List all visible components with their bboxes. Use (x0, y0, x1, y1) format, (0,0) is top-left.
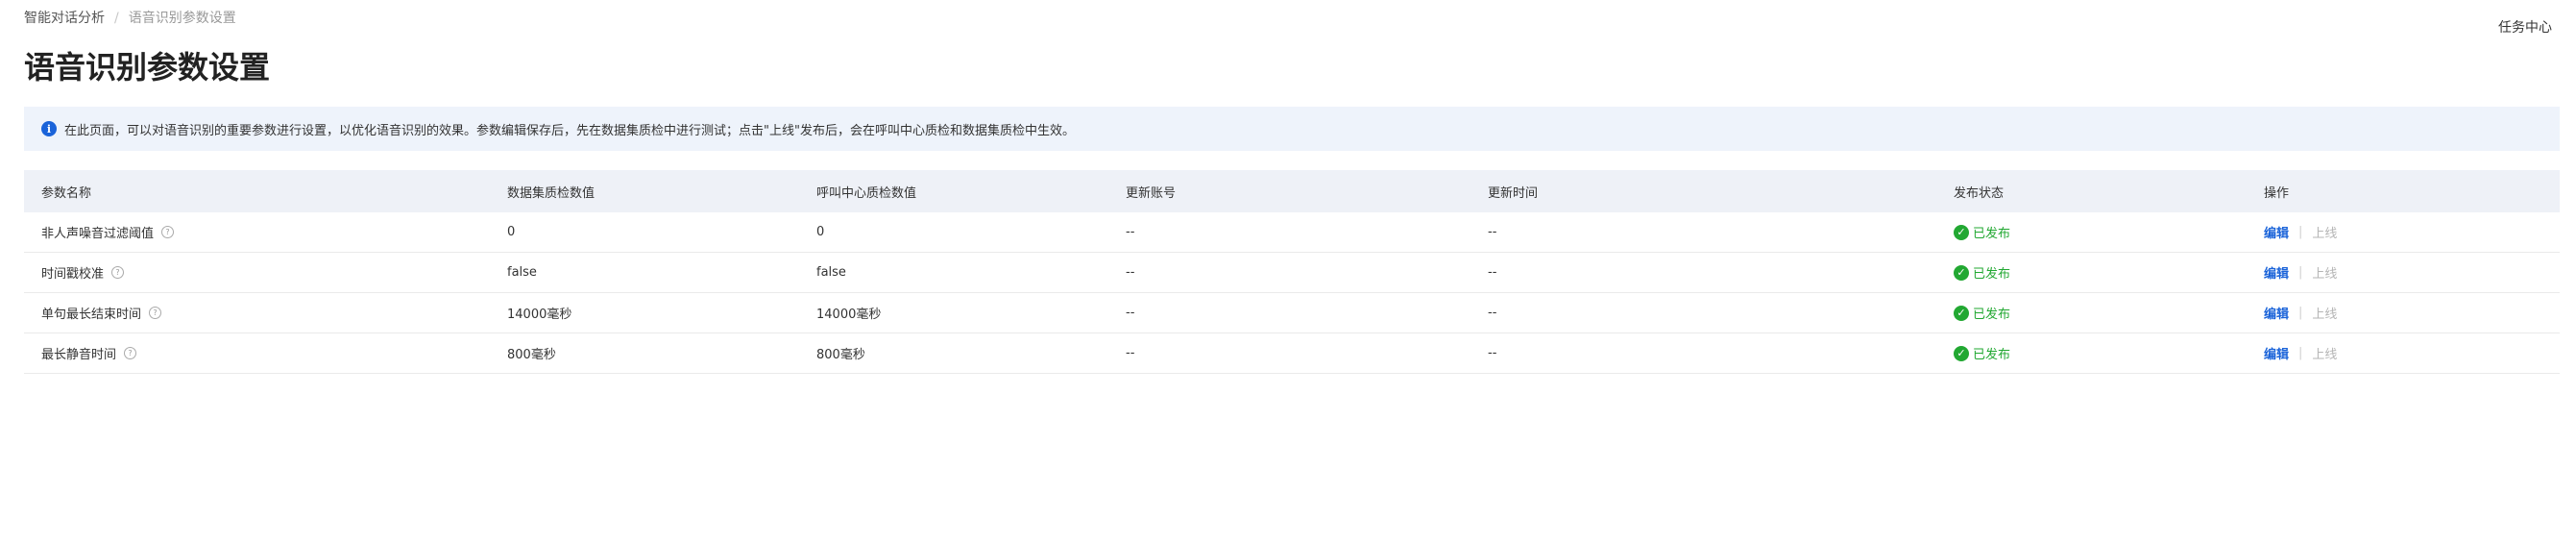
task-center-link[interactable]: 任务中心 (2498, 18, 2552, 37)
status-badge: ✓ 已发布 (1954, 304, 2010, 322)
edit-button[interactable]: 编辑 (2264, 263, 2289, 282)
check-circle-icon: ✓ (1954, 264, 1969, 281)
update-account: -- (1126, 225, 1135, 239)
edit-button[interactable]: 编辑 (2264, 223, 2289, 241)
info-icon: i (41, 121, 57, 136)
update-account: -- (1126, 346, 1135, 360)
question-circle-icon[interactable]: ? (124, 347, 137, 359)
status-text: 已发布 (1973, 227, 2011, 241)
status-text: 已发布 (1973, 267, 2011, 282)
table-row: 单句最长结束时间 ? 14000毫秒 14000毫秒 -- -- ✓ 已发布 编… (24, 293, 2560, 333)
table-header-row: 参数名称 数据集质检数值 呼叫中心质检数值 更新账号 更新时间 发布状态 操作 (24, 170, 2560, 212)
param-name: 时间戳校准 (41, 267, 105, 282)
breadcrumb-separator: / (114, 11, 119, 26)
callcenter-value: 14000毫秒 (816, 308, 882, 322)
dataset-value: false (507, 265, 537, 280)
dataset-value: 14000毫秒 (507, 308, 572, 322)
breadcrumb-parent-link[interactable]: 智能对话分析 (24, 9, 105, 28)
update-time: -- (1488, 346, 1497, 360)
edit-button[interactable]: 编辑 (2264, 304, 2289, 322)
action-divider: | (2298, 346, 2303, 360)
page-title: 语音识别参数设置 (24, 49, 271, 86)
update-account: -- (1126, 306, 1135, 320)
publish-button[interactable]: 上线 (2312, 304, 2337, 322)
callcenter-value: 800毫秒 (816, 348, 865, 362)
edit-button[interactable]: 编辑 (2264, 344, 2289, 362)
table-row: 时间戳校准 ? false false -- -- ✓ 已发布 编辑 | 上线 (24, 253, 2560, 293)
page: 智能对话分析 / 语音识别参数设置 任务中心 语音识别参数设置 i 在此页面，可… (0, 0, 2576, 542)
status-badge: ✓ 已发布 (1954, 223, 2010, 241)
param-name: 最长静音时间 (41, 348, 117, 362)
check-circle-icon: ✓ (1954, 224, 1969, 240)
table-row: 非人声噪音过滤阈值 ? 0 0 -- -- ✓ 已发布 编辑 | 上线 (24, 212, 2560, 253)
update-time: -- (1488, 306, 1497, 320)
check-circle-icon: ✓ (1954, 345, 1969, 361)
param-name: 单句最长结束时间 (41, 308, 142, 322)
parameter-table: 参数名称 数据集质检数值 呼叫中心质检数值 更新账号 更新时间 发布状态 操作 … (24, 170, 2560, 374)
publish-button[interactable]: 上线 (2312, 263, 2337, 282)
column-header-callcenter-value: 呼叫中心质检数值 (816, 185, 917, 201)
update-account: -- (1126, 265, 1135, 280)
update-time: -- (1488, 265, 1497, 280)
action-divider: | (2298, 265, 2303, 280)
table-row: 最长静音时间 ? 800毫秒 800毫秒 -- -- ✓ 已发布 编辑 | 上线 (24, 333, 2560, 374)
publish-button[interactable]: 上线 (2312, 344, 2337, 362)
question-circle-icon[interactable]: ? (111, 266, 125, 279)
question-circle-icon[interactable]: ? (149, 307, 162, 319)
breadcrumb-current: 语音识别参数设置 (128, 11, 236, 26)
info-banner-text: 在此页面，可以对语音识别的重要参数进行设置，以优化语音识别的效果。参数编辑保存后… (64, 123, 1075, 138)
status-badge: ✓ 已发布 (1954, 263, 2010, 282)
dataset-value: 800毫秒 (507, 348, 556, 362)
action-divider: | (2298, 306, 2303, 320)
column-header-time: 更新时间 (1488, 185, 1539, 201)
column-header-name: 参数名称 (41, 185, 92, 201)
column-header-dataset-value: 数据集质检数值 (507, 185, 595, 201)
update-time: -- (1488, 225, 1497, 239)
callcenter-value: 0 (816, 225, 825, 239)
param-name: 非人声噪音过滤阈值 (41, 227, 155, 241)
check-circle-icon: ✓ (1954, 305, 1969, 321)
publish-button[interactable]: 上线 (2312, 223, 2337, 241)
status-badge: ✓ 已发布 (1954, 344, 2010, 362)
column-header-actions: 操作 (2264, 185, 2290, 201)
callcenter-value: false (816, 265, 846, 280)
column-header-status: 发布状态 (1954, 185, 2005, 201)
question-circle-icon[interactable]: ? (161, 226, 175, 238)
info-banner: i 在此页面，可以对语音识别的重要参数进行设置，以优化语音识别的效果。参数编辑保… (24, 107, 2560, 151)
action-divider: | (2298, 225, 2303, 239)
status-text: 已发布 (1973, 348, 2011, 362)
dataset-value: 0 (507, 225, 516, 239)
column-header-account: 更新账号 (1126, 185, 1177, 201)
status-text: 已发布 (1973, 308, 2011, 322)
breadcrumb: 智能对话分析 / 语音识别参数设置 (24, 9, 236, 28)
